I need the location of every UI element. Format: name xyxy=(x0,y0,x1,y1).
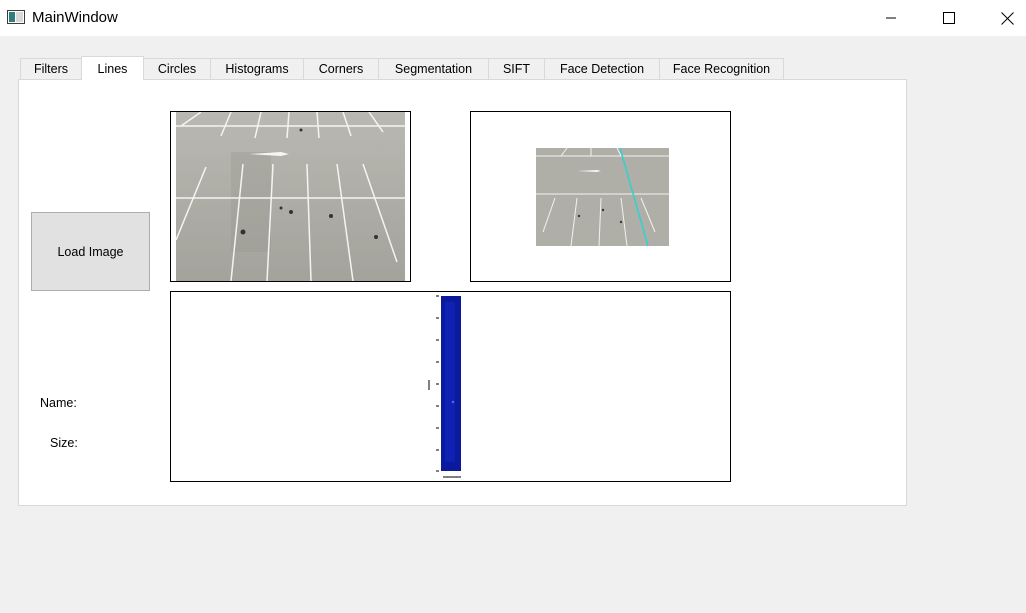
close-button[interactable] xyxy=(978,0,1026,36)
tab-corners[interactable]: Corners xyxy=(303,58,379,79)
tab-histograms[interactable]: Histograms xyxy=(210,58,304,79)
output-image xyxy=(471,112,730,281)
size-label: Size: xyxy=(50,436,78,450)
maximize-button[interactable] xyxy=(920,0,978,36)
title-bar: MainWindow xyxy=(0,0,1026,36)
tab-circles[interactable]: Circles xyxy=(143,58,211,79)
input-image-view xyxy=(170,111,411,282)
minimize-icon xyxy=(885,12,897,24)
close-icon xyxy=(1000,11,1014,25)
maximize-icon xyxy=(943,12,955,24)
tab-sift[interactable]: SIFT xyxy=(488,58,545,79)
name-label: Name: xyxy=(40,396,77,410)
load-image-label: Load Image xyxy=(57,244,124,259)
minimize-button[interactable] xyxy=(862,0,920,36)
tab-segmentation[interactable]: Segmentation xyxy=(378,58,489,79)
app-icon xyxy=(7,10,25,24)
tab-face-recognition[interactable]: Face Recognition xyxy=(659,58,784,79)
output-image-view xyxy=(470,111,731,282)
tab-lines[interactable]: Lines xyxy=(81,56,144,80)
window-title: MainWindow xyxy=(32,9,118,26)
input-image xyxy=(171,112,410,281)
load-image-button[interactable]: Load Image xyxy=(31,212,150,291)
tab-filters[interactable]: Filters xyxy=(20,58,82,79)
tab-face-detection[interactable]: Face Detection xyxy=(544,58,660,79)
hough-space-view xyxy=(170,291,731,482)
hough-accumulator-image xyxy=(171,292,730,481)
